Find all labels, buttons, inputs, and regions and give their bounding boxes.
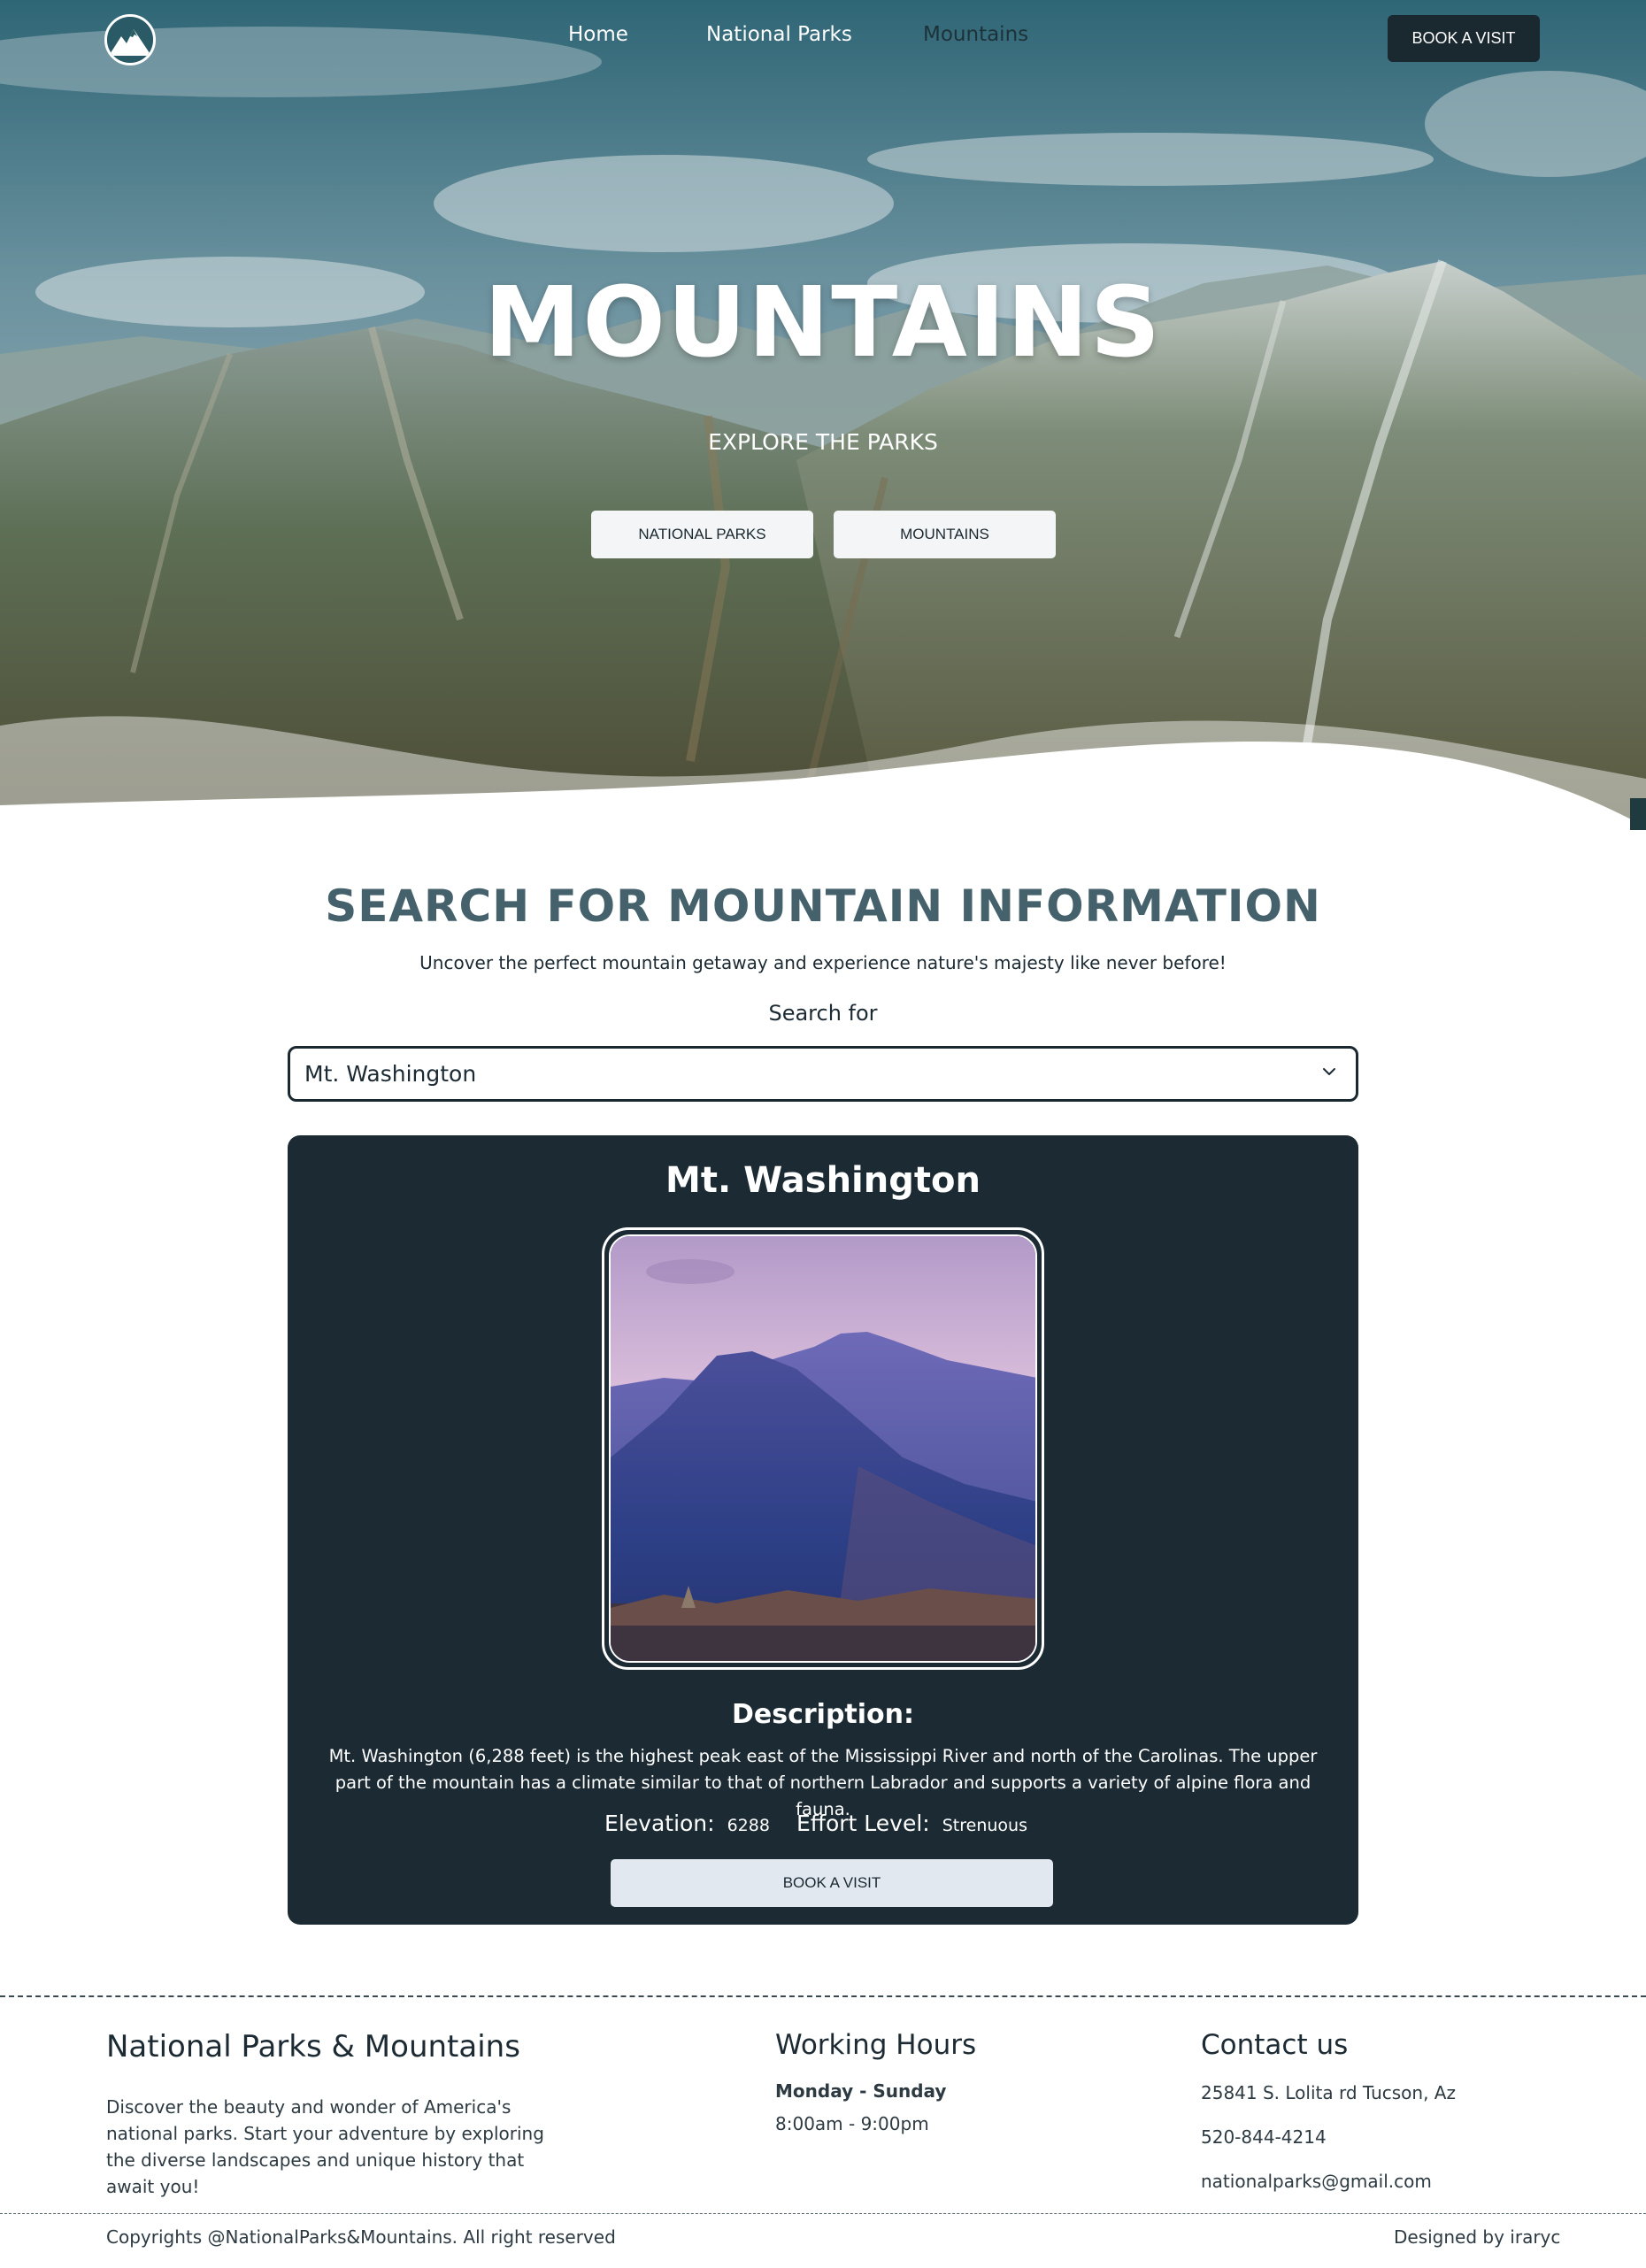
search-section-title: SEARCH FOR MOUNTAIN INFORMATION xyxy=(325,880,1321,932)
footer-email[interactable]: nationalparks@gmail.com xyxy=(1201,2168,1432,2195)
mountain-logo-icon[interactable] xyxy=(104,14,156,65)
nav-link-home[interactable]: Home xyxy=(568,23,628,46)
footer-bottom-divider xyxy=(0,2213,1646,2214)
hero-section: Home National Parks Mountains BOOK A VIS… xyxy=(0,0,1646,836)
footer-phone[interactable]: 520-844-4214 xyxy=(1201,2124,1327,2150)
footer-brand-title: National Parks & Mountains xyxy=(106,2029,520,2064)
nav-link-national-parks[interactable]: National Parks xyxy=(706,23,852,46)
mountain-photo xyxy=(611,1236,1035,1661)
book-visit-nav-button[interactable]: BOOK A VISIT xyxy=(1388,15,1540,62)
effort-value: Strenuous xyxy=(942,1816,1027,1835)
mountains-button[interactable]: MOUNTAINS xyxy=(834,511,1056,558)
search-section-description: Uncover the perfect mountain getaway and… xyxy=(419,952,1227,973)
footer-hours-time: 8:00am - 9:00pm xyxy=(775,2113,929,2134)
mountain-stats: Elevation: 6288 Effort Level: Strenuous xyxy=(288,1811,1358,1836)
footer-hours-title: Working Hours xyxy=(775,2029,977,2061)
hero-title: MOUNTAINS xyxy=(483,265,1163,379)
hero-background-image xyxy=(0,0,1646,836)
effort-label: Effort Level: xyxy=(796,1811,930,1836)
footer-hours-days: Monday - Sunday xyxy=(775,2080,947,2102)
search-label: Search for xyxy=(768,1001,878,1026)
scroll-marker xyxy=(1630,798,1646,830)
hero-subtitle: EXPLORE THE PARKS xyxy=(708,429,938,455)
footer-divider xyxy=(0,1995,1646,1997)
footer-designer: Designed by iraryc xyxy=(1394,2226,1561,2248)
footer-copyright: Copyrights @NationalParks&Mountains. All… xyxy=(106,2226,616,2248)
nav-link-mountains[interactable]: Mountains xyxy=(923,23,1028,46)
elevation-value: 6288 xyxy=(727,1816,770,1835)
mountain-name: Mt. Washington xyxy=(665,1160,981,1201)
description-heading: Description: xyxy=(731,1699,915,1730)
elevation-label: Elevation: xyxy=(604,1811,715,1836)
mountain-select-value: Mt. Washington xyxy=(304,1061,477,1087)
footer-brand-text: Discover the beauty and wonder of Americ… xyxy=(106,2096,544,2197)
mountain-result-card: Mt. Washington Description: Mt. Washingt… xyxy=(288,1135,1358,1925)
book-visit-card-button[interactable]: BOOK A VISIT xyxy=(611,1859,1053,1907)
footer-contact-title: Contact us xyxy=(1201,2029,1349,2061)
mountain-photo-frame xyxy=(602,1227,1044,1670)
chevron-down-icon xyxy=(1323,1068,1335,1075)
national-parks-button[interactable]: NATIONAL PARKS xyxy=(591,511,813,558)
mountain-select[interactable]: Mt. Washington xyxy=(288,1046,1358,1102)
footer-address: 25841 S. Lolita rd Tucson, Az xyxy=(1201,2082,1456,2103)
